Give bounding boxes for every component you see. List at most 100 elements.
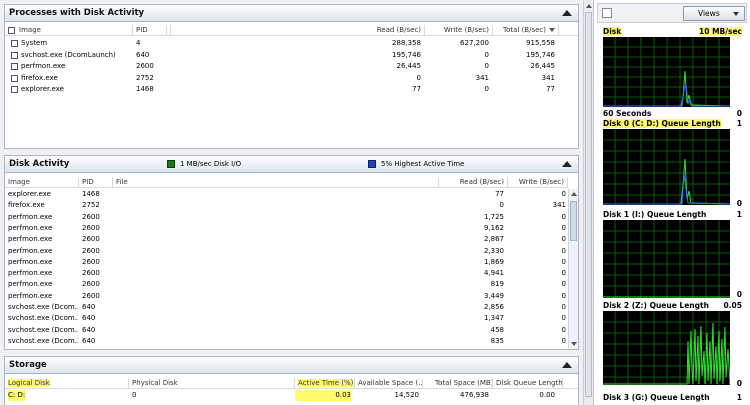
cell-read: 26,445 (396, 62, 422, 70)
cell-read: 0 (499, 201, 504, 210)
scroll-thumb[interactable] (585, 12, 592, 397)
table-row[interactable]: perfmon.exe 2600 3,449 0 (5, 291, 568, 302)
disk3-graph-label: Disk 3 (G:) Queue Length (603, 393, 710, 402)
collapse-icon[interactable] (562, 161, 572, 167)
collapse-icon[interactable] (562, 10, 572, 16)
column-total-space[interactable]: Total Space (MB) (423, 378, 493, 389)
disk1-queue-graph (603, 220, 730, 298)
cell-read: 77 (412, 85, 421, 93)
cell-image: perfmon.exe (8, 235, 53, 244)
disk2-graph-scale: 0.05 (723, 301, 742, 310)
table-row[interactable]: System 4 288,358 627,200 915,558 (5, 38, 578, 49)
column-physical-disk[interactable]: Physical Disk (129, 378, 295, 389)
disk-activity-scrollbar[interactable] (568, 189, 578, 349)
table-row[interactable]: perfmon.exe 2600 819 0 (5, 279, 568, 290)
cell-read: 2,856 (483, 303, 504, 311)
cell-write: 0 (561, 280, 566, 289)
disk-graph-scale: 10 MB/sec (699, 27, 742, 36)
row-checkbox[interactable] (11, 74, 18, 82)
row-checkbox[interactable] (11, 86, 18, 93)
cell-image: svchost.exe (DcomLaunch) (21, 50, 116, 59)
table-row[interactable]: svchost.exe (Dcom... 640 835 0 (5, 336, 568, 347)
cell-pid: 2600 (136, 62, 154, 70)
disk-activity-panel-header[interactable]: Disk Activity 1 MB/sec Disk I/O 5% Highe… (5, 156, 578, 173)
row-checkbox[interactable] (11, 63, 18, 70)
column-active-time[interactable]: Active Time (%) (295, 378, 355, 389)
cell-write: 0 (561, 223, 566, 232)
collapse-icon[interactable] (562, 362, 572, 368)
scroll-down-icon[interactable] (571, 342, 577, 346)
cell-image: explorer.exe (8, 190, 51, 198)
table-row[interactable]: perfmon.exe 2600 26,445 0 26,445 (5, 61, 578, 72)
column-write[interactable]: Write (B/sec) (425, 25, 493, 36)
cell-pid: 640 (82, 336, 96, 345)
storage-panel: Storage Logical Disk Physical Disk Activ… (4, 356, 579, 405)
table-row[interactable]: firefox.exe 2752 0 341 (5, 200, 568, 211)
chevron-down-icon (733, 12, 739, 16)
table-row[interactable]: perfmon.exe 2600 1,869 0 (5, 257, 568, 268)
cell-image: perfmon.exe (8, 291, 53, 300)
cell-pid: 640 (82, 314, 96, 323)
table-row[interactable]: svchost.exe (Dcom... 640 2,856 0 (5, 302, 568, 313)
cell-total: 26,445 (530, 62, 556, 70)
table-row[interactable]: explorer.exe 1468 77 0 77 (5, 84, 578, 95)
disk-activity-column-headers: Image PID File Read (B/sec) Write (B/sec… (5, 177, 568, 188)
cell-pid: 2752 (136, 73, 154, 82)
active-time-legend-label: 5% Highest Active Time (381, 160, 465, 168)
table-row[interactable]: C: D: 0 0.03 14,520 476,938 0.00 (5, 390, 578, 401)
table-row[interactable]: explorer.exe 1468 77 0 (5, 189, 568, 200)
cell-total: 915,558 (526, 39, 555, 47)
column-logical-disk[interactable]: Logical Disk (5, 378, 129, 389)
cell-pid: 2600 (82, 269, 100, 278)
table-row[interactable]: perfmon.exe 2600 9,162 0 (5, 223, 568, 234)
cell-read: 288,358 (392, 39, 421, 47)
scroll-up-icon[interactable] (586, 4, 592, 8)
cell-write: 0 (561, 336, 566, 345)
table-row[interactable]: firefox.exe 2752 0 341 341 (5, 73, 578, 84)
cell-read: 0 (416, 73, 421, 82)
table-row[interactable]: svchost.exe (Dcom... 640 458 0 (5, 325, 568, 336)
cell-read: 835 (490, 336, 504, 345)
cell-logical-disk: C: D: (8, 390, 26, 401)
row-checkbox[interactable] (11, 51, 18, 59)
cell-image: perfmon.exe (8, 269, 53, 278)
cell-total: 341 (541, 73, 555, 82)
column-image[interactable]: Image (5, 177, 79, 188)
column-pid[interactable]: PID (133, 25, 167, 36)
table-row[interactable]: perfmon.exe 2600 1,725 0 (5, 212, 568, 223)
cell-read: 2,867 (483, 235, 504, 244)
column-image[interactable]: Image (5, 25, 133, 36)
table-row[interactable]: perfmon.exe 2600 4,941 0 (5, 268, 568, 279)
cell-read: 3,449 (483, 291, 504, 300)
select-all-checkbox[interactable] (8, 27, 15, 34)
scroll-thumb[interactable] (570, 201, 577, 241)
column-read[interactable]: Read (B/sec) (438, 177, 508, 188)
column-pid[interactable]: PID (79, 177, 113, 188)
column-available-space[interactable]: Available Space (... (355, 378, 423, 389)
disk2-graph-min: 0 (736, 379, 742, 388)
main-scrollbar[interactable] (583, 0, 593, 405)
table-row[interactable]: perfmon.exe 2600 2,330 0 (5, 246, 568, 257)
disk0-graph-scale: 1 (736, 119, 742, 128)
column-disk-queue-length[interactable]: Disk Queue Length (493, 378, 563, 389)
cell-pid: 2600 (82, 246, 100, 255)
cell-pid: 2600 (82, 235, 100, 244)
cell-pid: 2752 (82, 201, 100, 210)
cell-active-time: 0.03 (295, 390, 351, 401)
graph-pane-icon[interactable] (602, 8, 612, 18)
cell-pid: 1468 (136, 85, 154, 93)
processes-panel-header[interactable]: Processes with Disk Activity (5, 5, 578, 22)
storage-panel-header[interactable]: Storage (5, 357, 578, 374)
column-write[interactable]: Write (B/sec) (508, 177, 568, 188)
table-row[interactable]: svchost.exe (DcomLaunch) 640 195,746 0 195,7… (5, 50, 578, 61)
views-button[interactable]: Views (683, 6, 745, 21)
cell-image: svchost.exe (Dcom... (8, 303, 78, 311)
row-checkbox[interactable] (11, 40, 18, 47)
table-row[interactable]: perfmon.exe 2600 2,867 0 (5, 234, 568, 245)
disk0-queue-graph (603, 129, 731, 205)
cell-write: 341 (475, 73, 489, 82)
column-read[interactable]: Read (B/sec) (167, 25, 425, 36)
table-row[interactable]: svchost.exe (Dcom... 640 1,347 0 (5, 313, 568, 324)
cell-pid: 640 (82, 303, 96, 311)
scroll-up-icon[interactable] (571, 192, 577, 196)
